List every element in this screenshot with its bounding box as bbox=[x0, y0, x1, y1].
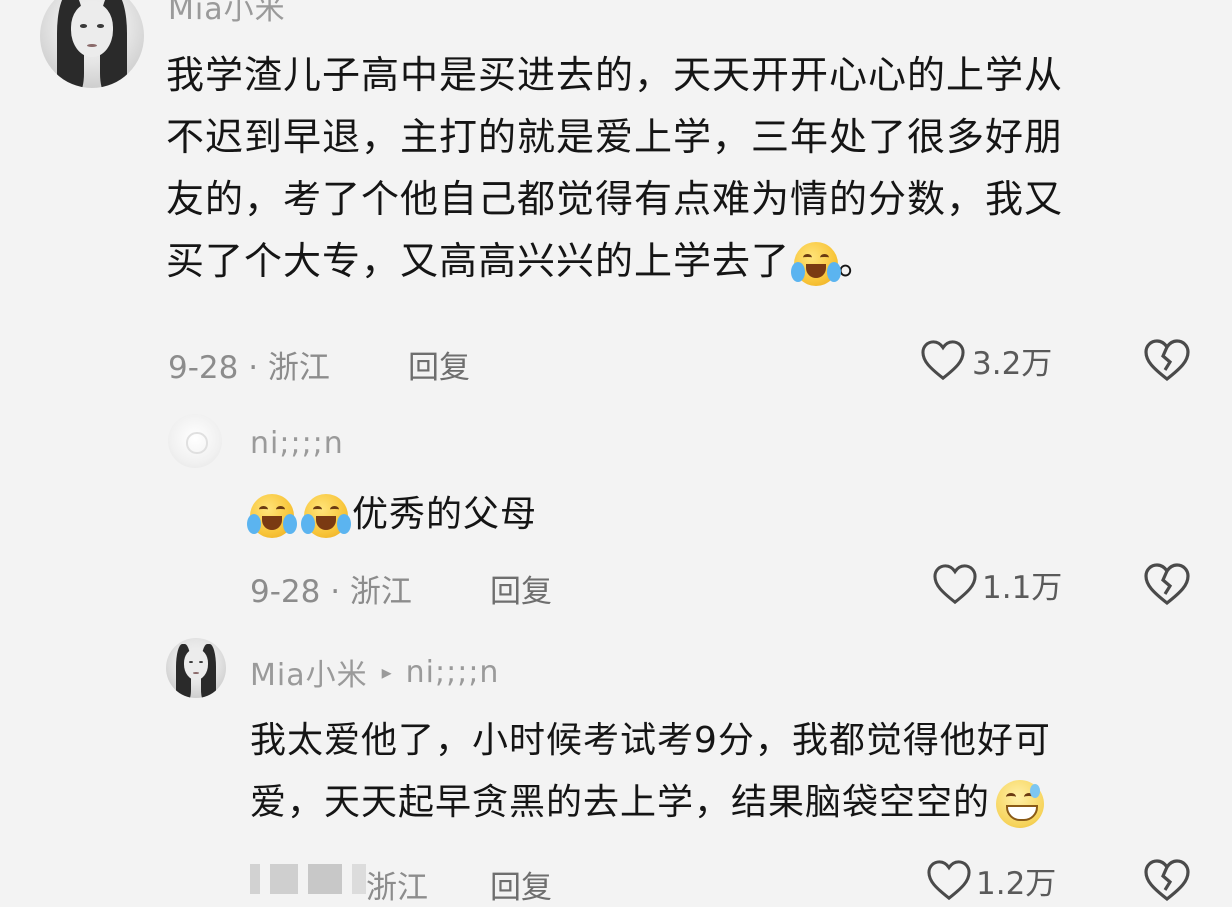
laughing-crying-emoji-icon bbox=[301, 494, 351, 538]
comment-text: 优秀的父母 bbox=[247, 484, 538, 546]
dislike-broken-heart-icon[interactable] bbox=[1143, 562, 1191, 606]
like-count: 1.2万 bbox=[976, 865, 1057, 902]
reply-to-username[interactable]: ni;;;;n bbox=[406, 655, 500, 690]
comment-tail: 。 bbox=[838, 239, 878, 283]
comment-line-last: 买了个大专，又高高兴兴的上学去了 。 bbox=[166, 230, 1176, 292]
comment-username[interactable]: Mia小米 bbox=[168, 0, 286, 28]
obscured-date bbox=[250, 864, 366, 894]
comment-date-location: 9-28 · 浙江 bbox=[168, 350, 330, 386]
comment-username[interactable]: Mia小米 bbox=[250, 650, 368, 694]
comment-line: 爱，天天起早贪黑的去上学，结果脑袋空空的 bbox=[250, 782, 991, 823]
reply-button[interactable]: 回复 bbox=[408, 342, 470, 387]
like-count: 1.1万 bbox=[982, 569, 1063, 606]
comment-line: 买了个大专，又高高兴兴的上学去了 bbox=[166, 239, 791, 283]
comment-text: 我太爱他了，小时候考试考9分，我都觉得他好可 爱，天天起早贪黑的去上学，结果脑袋… bbox=[250, 710, 1190, 834]
grinning-sweat-emoji-icon bbox=[996, 780, 1045, 828]
user-avatar[interactable] bbox=[40, 0, 144, 88]
reply-button[interactable]: 回复 bbox=[490, 862, 552, 907]
comment-line: 我学渣儿子高中是买进去的，天天开开心心的上学从 bbox=[166, 53, 1064, 97]
reply-header: Mia小米 ▸ ni;;;;n bbox=[250, 650, 499, 694]
reply-to-arrow-icon: ▸ bbox=[381, 660, 392, 684]
heart-icon bbox=[927, 860, 971, 901]
heart-icon bbox=[933, 564, 977, 605]
comment-line: 我太爱他了，小时候考试考9分，我都觉得他好可 bbox=[250, 720, 1051, 761]
reply-button[interactable]: 回复 bbox=[490, 566, 552, 611]
like-button[interactable]: 1.2万 bbox=[926, 858, 1056, 902]
user-avatar[interactable] bbox=[168, 414, 222, 468]
dislike-broken-heart-icon[interactable] bbox=[1143, 858, 1191, 902]
user-avatar[interactable] bbox=[166, 638, 226, 698]
like-button[interactable]: 1.1万 bbox=[932, 562, 1062, 606]
dislike-broken-heart-icon[interactable] bbox=[1143, 338, 1191, 382]
laughing-crying-emoji-icon bbox=[791, 241, 842, 286]
comment-username[interactable]: ni;;;;n bbox=[250, 426, 344, 461]
comment-line-last: 爱，天天起早贪黑的去上学，结果脑袋空空的 bbox=[250, 772, 1190, 834]
comment-text: 我学渣儿子高中是买进去的，天天开开心心的上学从 不迟到早退，主打的就是爱上学，三… bbox=[166, 44, 1176, 292]
like-button[interactable]: 3.2万 bbox=[920, 338, 1052, 382]
laughing-crying-emoji-icon bbox=[247, 494, 297, 538]
comment-line: 友的，考了个他自己都觉得有点难为情的分数，我又 bbox=[166, 177, 1064, 221]
comment-line: 不迟到早退，主打的就是爱上学，三年处了很多好朋 bbox=[166, 115, 1064, 159]
like-count: 3.2万 bbox=[972, 345, 1053, 382]
comment-date-location: 浙江 bbox=[366, 870, 428, 906]
heart-icon bbox=[921, 340, 965, 381]
comment-date-location: 9-28 · 浙江 bbox=[250, 574, 412, 610]
comment-line: 优秀的父母 bbox=[352, 494, 538, 535]
